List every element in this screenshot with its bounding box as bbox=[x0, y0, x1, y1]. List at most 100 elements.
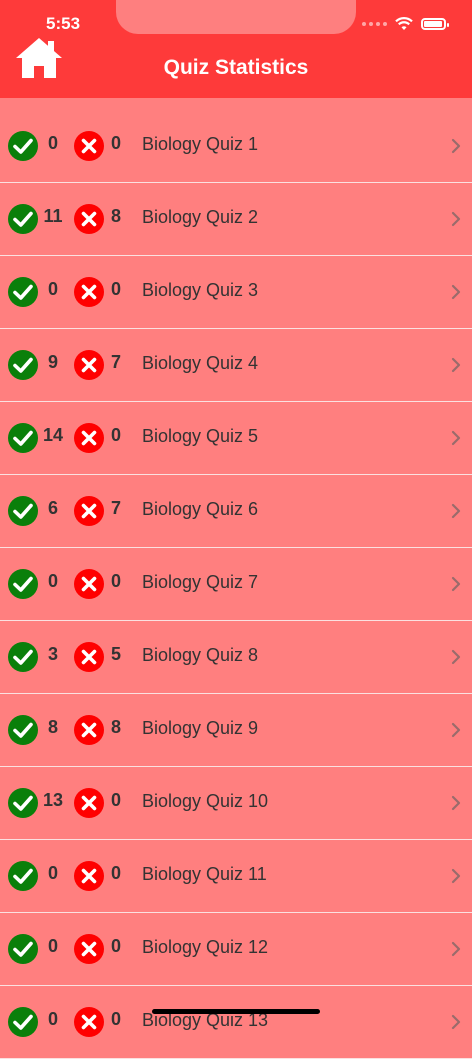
correct-count: 14 bbox=[42, 425, 64, 445]
chevron-right-icon bbox=[451, 1014, 461, 1030]
chevron-right-icon bbox=[451, 503, 461, 519]
cross-icon bbox=[74, 861, 104, 891]
quiz-list: 0 0 Biology Quiz 1 11 8 Biology Quiz 2 0… bbox=[0, 110, 472, 1059]
cross-icon bbox=[74, 1007, 104, 1037]
check-icon bbox=[8, 277, 38, 307]
signal-icon bbox=[362, 22, 387, 26]
correct-count: 0 bbox=[47, 1009, 58, 1029]
correct-count: 9 bbox=[47, 352, 58, 372]
correct-count: 0 bbox=[47, 863, 58, 883]
chevron-right-icon bbox=[451, 211, 461, 227]
correct-count: 0 bbox=[47, 936, 58, 956]
wifi-icon bbox=[395, 17, 413, 30]
quiz-row[interactable]: 11 8 Biology Quiz 2 bbox=[0, 183, 472, 256]
correct-count: 8 bbox=[47, 717, 58, 737]
wrong-count: 0 bbox=[110, 279, 121, 299]
check-icon bbox=[8, 496, 38, 526]
cross-icon bbox=[74, 934, 104, 964]
home-indicator[interactable] bbox=[152, 1009, 320, 1014]
check-icon bbox=[8, 788, 38, 818]
quiz-name: Biology Quiz 1 bbox=[142, 134, 259, 154]
cross-icon bbox=[74, 277, 104, 307]
wrong-count: 0 bbox=[110, 425, 121, 445]
quiz-row[interactable]: 0 0 Biology Quiz 11 bbox=[0, 840, 472, 913]
cross-icon bbox=[74, 569, 104, 599]
chevron-right-icon bbox=[451, 284, 461, 300]
cross-icon bbox=[74, 715, 104, 745]
quiz-name: Biology Quiz 6 bbox=[142, 499, 259, 519]
app-header: 5:53 Quiz Statistics bbox=[0, 0, 472, 98]
chevron-right-icon bbox=[451, 576, 461, 592]
chevron-right-icon bbox=[451, 868, 461, 884]
quiz-row[interactable]: 9 7 Biology Quiz 4 bbox=[0, 329, 472, 402]
cross-icon bbox=[74, 131, 104, 161]
quiz-row[interactable]: 14 0 Biology Quiz 5 bbox=[0, 402, 472, 475]
correct-count: 6 bbox=[47, 498, 58, 518]
wrong-count: 5 bbox=[110, 644, 121, 664]
device-notch bbox=[116, 0, 356, 34]
check-icon bbox=[8, 423, 38, 453]
wrong-count: 0 bbox=[110, 863, 121, 883]
wrong-count: 8 bbox=[110, 717, 121, 737]
chevron-right-icon bbox=[451, 138, 461, 154]
chevron-right-icon bbox=[451, 722, 461, 738]
chevron-right-icon bbox=[451, 357, 461, 373]
check-icon bbox=[8, 131, 38, 161]
cross-icon bbox=[74, 204, 104, 234]
quiz-name: Biology Quiz 11 bbox=[142, 864, 267, 884]
correct-count: 11 bbox=[43, 206, 63, 226]
quiz-name: Biology Quiz 10 bbox=[142, 791, 269, 811]
quiz-name: Biology Quiz 5 bbox=[142, 426, 259, 446]
correct-count: 13 bbox=[42, 790, 64, 810]
quiz-row[interactable]: 0 0 Biology Quiz 12 bbox=[0, 913, 472, 986]
check-icon bbox=[8, 350, 38, 380]
check-icon bbox=[8, 642, 38, 672]
wrong-count: 8 bbox=[110, 206, 121, 226]
cross-icon bbox=[74, 423, 104, 453]
wrong-count: 0 bbox=[110, 936, 121, 956]
quiz-name: Biology Quiz 9 bbox=[142, 718, 259, 738]
check-icon bbox=[8, 934, 38, 964]
cross-icon bbox=[74, 496, 104, 526]
correct-count: 3 bbox=[47, 644, 58, 664]
cross-icon bbox=[74, 350, 104, 380]
wrong-count: 7 bbox=[110, 498, 121, 518]
wrong-count: 0 bbox=[110, 571, 121, 591]
quiz-row[interactable]: 8 8 Biology Quiz 9 bbox=[0, 694, 472, 767]
check-icon bbox=[8, 569, 38, 599]
check-icon bbox=[8, 861, 38, 891]
quiz-row[interactable]: 0 0 Biology Quiz 1 bbox=[0, 110, 472, 183]
chevron-right-icon bbox=[451, 941, 461, 957]
quiz-name: Biology Quiz 4 bbox=[142, 353, 259, 373]
quiz-row[interactable]: 13 0 Biology Quiz 10 bbox=[0, 767, 472, 840]
check-icon bbox=[8, 204, 38, 234]
quiz-name: Biology Quiz 3 bbox=[142, 280, 259, 300]
chevron-right-icon bbox=[451, 649, 461, 665]
quiz-row[interactable]: 3 5 Biology Quiz 8 bbox=[0, 621, 472, 694]
chevron-right-icon bbox=[451, 430, 461, 446]
quiz-name: Biology Quiz 12 bbox=[142, 937, 269, 957]
quiz-name: Biology Quiz 8 bbox=[142, 645, 259, 665]
quiz-name: Biology Quiz 2 bbox=[142, 207, 259, 227]
quiz-name: Biology Quiz 7 bbox=[142, 572, 259, 592]
status-indicators bbox=[362, 15, 449, 33]
check-icon bbox=[8, 715, 38, 745]
quiz-row[interactable]: 6 7 Biology Quiz 6 bbox=[0, 475, 472, 548]
battery-icon bbox=[421, 18, 449, 30]
status-time: 5:53 bbox=[46, 14, 81, 33]
correct-count: 0 bbox=[47, 571, 58, 591]
wrong-count: 0 bbox=[110, 1009, 121, 1029]
correct-count: 0 bbox=[47, 279, 58, 299]
quiz-row[interactable]: 0 0 Biology Quiz 13 bbox=[0, 986, 472, 1059]
quiz-row[interactable]: 0 0 Biology Quiz 7 bbox=[0, 548, 472, 621]
wrong-count: 0 bbox=[110, 133, 121, 153]
chevron-right-icon bbox=[451, 795, 461, 811]
quiz-row[interactable]: 0 0 Biology Quiz 3 bbox=[0, 256, 472, 329]
cross-icon bbox=[74, 642, 104, 672]
wrong-count: 0 bbox=[110, 790, 121, 810]
wrong-count: 7 bbox=[110, 352, 121, 372]
cross-icon bbox=[74, 788, 104, 818]
check-icon bbox=[8, 1007, 38, 1037]
correct-count: 0 bbox=[47, 133, 58, 153]
page-title: Quiz Statistics bbox=[163, 56, 309, 79]
